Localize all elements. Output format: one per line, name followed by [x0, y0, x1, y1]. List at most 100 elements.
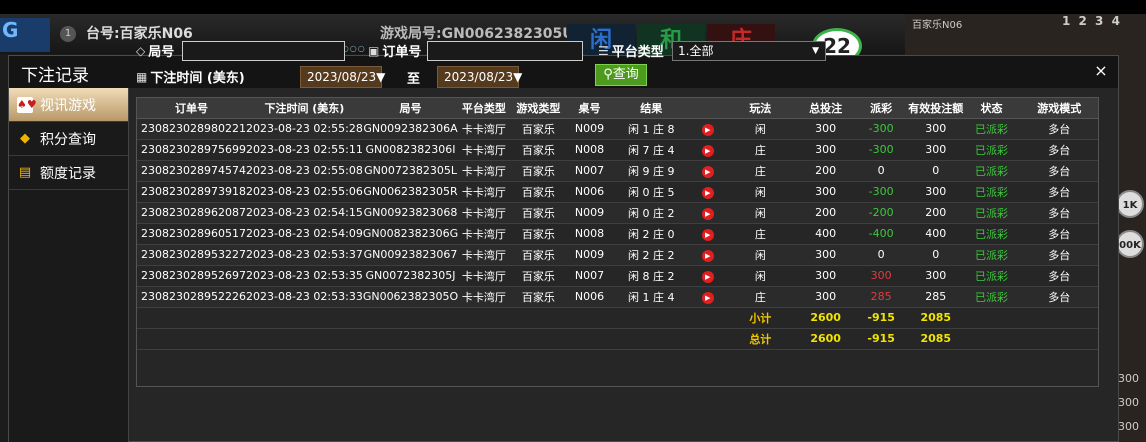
col-time: 下注时间 (美东) — [245, 98, 363, 119]
play-video-icon[interactable]: ▶ — [701, 144, 714, 157]
cell-table: N008 — [567, 139, 612, 161]
calendar-icon: ▦ — [136, 69, 148, 84]
cell-result: 闲 0 庄 5 — [611, 181, 691, 203]
modal-title: 下注记录 — [21, 66, 89, 86]
replay-cell: ▶ — [690, 118, 725, 140]
col-platform: 平台类型 — [458, 98, 510, 119]
cell-play: 闲 — [724, 202, 796, 224]
date-range-separator: 至 — [407, 72, 421, 87]
cell-bet: 300 — [796, 118, 856, 140]
subtotal-row-valid: 2085 — [907, 307, 965, 329]
summary-empty-cell — [611, 328, 691, 350]
summary-empty-cell — [1018, 328, 1098, 350]
order-number-input[interactable] — [427, 41, 583, 61]
date-from-picker[interactable]: 2023/08/23▼ — [300, 66, 385, 88]
cell-status: 已派彩 — [964, 139, 1019, 161]
cell-table: N008 — [567, 223, 612, 245]
replay-cell: ▶ — [690, 286, 725, 308]
cell-status: 已派彩 — [964, 202, 1019, 224]
cell-payout: -400 — [855, 223, 908, 245]
play-video-icon[interactable]: ▶ — [701, 186, 714, 199]
cell-order: 230823028953227 — [137, 244, 246, 266]
cell-result: 闲 8 庄 2 — [611, 265, 691, 287]
table-row: 230823028962087 2023-08-23 02:54:15 GN0092… — [137, 202, 1098, 224]
cell-platform: 卡卡湾厅 — [458, 181, 510, 203]
subtotal-row-payout: -915 — [855, 307, 908, 329]
play-video-icon[interactable]: ▶ — [701, 249, 714, 262]
cell-mode: 多台 — [1018, 223, 1098, 245]
summary-empty-cell — [964, 328, 1019, 350]
cell-time: 2023-08-23 02:55:28 — [245, 118, 363, 140]
cell-table: N009 — [567, 244, 612, 266]
cell-time: 2023-08-23 02:55:11 — [245, 139, 363, 161]
col-result: 结果 — [611, 98, 691, 119]
replay-cell: ▶ — [690, 160, 725, 182]
replay-cell: ▶ — [690, 202, 725, 224]
nav-item-video-games[interactable]: ♠♥ 视讯游戏 — [9, 88, 128, 122]
table-row: 230823028980221 2023-08-23 02:55:28 GN0092… — [137, 118, 1098, 140]
cell-table: N006 — [567, 181, 612, 203]
table-row: 230823028952697 2023-08-23 02:53:35 GN0072… — [137, 265, 1098, 287]
cell-bet: 300 — [796, 265, 856, 287]
play-video-icon[interactable]: ▶ — [701, 228, 714, 241]
cell-payout: -300 — [855, 139, 908, 161]
cell-bet: 400 — [796, 223, 856, 245]
play-video-icon[interactable]: ▶ — [701, 165, 714, 178]
order-filter-label: ▣ 订单号 — [368, 43, 422, 61]
total-row-valid: 2085 — [907, 328, 965, 350]
cell-time: 2023-08-23 02:55:08 — [245, 160, 363, 182]
cell-status: 已派彩 — [964, 160, 1019, 182]
tag-icon: ◇ — [136, 43, 146, 58]
cell-play: 庄 — [724, 286, 796, 308]
date-to-picker[interactable]: 2023/08/23▼ — [437, 66, 522, 88]
cell-bet: 200 — [796, 202, 856, 224]
cell-payout: -300 — [855, 181, 908, 203]
cell-table: N007 — [567, 265, 612, 287]
list-icon: ☰ — [598, 43, 609, 58]
chip-100k[interactable]: 00K — [1116, 230, 1144, 258]
play-video-icon[interactable]: ▶ — [701, 123, 714, 136]
summary-empty-cell — [137, 307, 246, 329]
cell-table: N007 — [567, 160, 612, 182]
play-video-icon[interactable]: ▶ — [701, 291, 714, 304]
cell-bet: 300 — [796, 139, 856, 161]
video-table-label: 百家乐N06 — [912, 20, 963, 31]
brand-logo: G — [0, 18, 50, 52]
cell-play: 闲 — [724, 265, 796, 287]
nav-item-points-query[interactable]: ◆ 积分查询 — [9, 122, 128, 156]
cell-round: GN00923823067 — [362, 244, 459, 266]
cell-play: 闲 — [724, 118, 796, 140]
nav-item-credit-records[interactable]: ▤ 额度记录 — [9, 156, 128, 190]
cell-platform: 卡卡湾厅 — [458, 160, 510, 182]
cell-result: 闲 7 庄 4 — [611, 139, 691, 161]
video-view-selector[interactable]: 1 2 3 4 — [1062, 14, 1122, 28]
cell-play: 庄 — [724, 160, 796, 182]
side-bet-amount: 300 — [1118, 396, 1139, 409]
subtotal-row-bet: 2600 — [796, 307, 856, 329]
cell-play: 闲 — [724, 244, 796, 266]
table-row: 230823028974574 2023-08-23 02:55:08 GN0072… — [137, 160, 1098, 182]
cell-result: 闲 1 庄 4 — [611, 286, 691, 308]
cell-order: 230823028975699 — [137, 139, 246, 161]
col-table: 桌号 — [567, 98, 612, 119]
cell-time: 2023-08-23 02:53:35 — [245, 265, 363, 287]
summary-empty-cell — [690, 328, 725, 350]
platform-type-select[interactable]: 1.全部 ▼ — [672, 41, 826, 61]
cell-platform: 卡卡湾厅 — [458, 265, 510, 287]
table-row: 230823028952226 2023-08-23 02:53:33 GN0062… — [137, 286, 1098, 308]
replay-cell: ▶ — [690, 181, 725, 203]
replay-cell: ▶ — [690, 139, 725, 161]
cell-round: GN00923823068 — [362, 202, 459, 224]
play-video-icon[interactable]: ▶ — [701, 207, 714, 220]
cell-payout: 0 — [855, 244, 908, 266]
chip-1k[interactable]: 1K — [1116, 190, 1144, 218]
cell-game: 百家乐 — [509, 160, 568, 182]
play-video-icon[interactable]: ▶ — [701, 270, 714, 283]
cell-order: 230823028952697 — [137, 265, 246, 287]
search-button[interactable]: ⚲查询 — [595, 64, 647, 86]
cell-mode: 多台 — [1018, 265, 1098, 287]
cell-valid: 300 — [907, 265, 965, 287]
cell-mode: 多台 — [1018, 139, 1098, 161]
round-number-input[interactable] — [182, 41, 345, 61]
cell-game: 百家乐 — [509, 286, 568, 308]
